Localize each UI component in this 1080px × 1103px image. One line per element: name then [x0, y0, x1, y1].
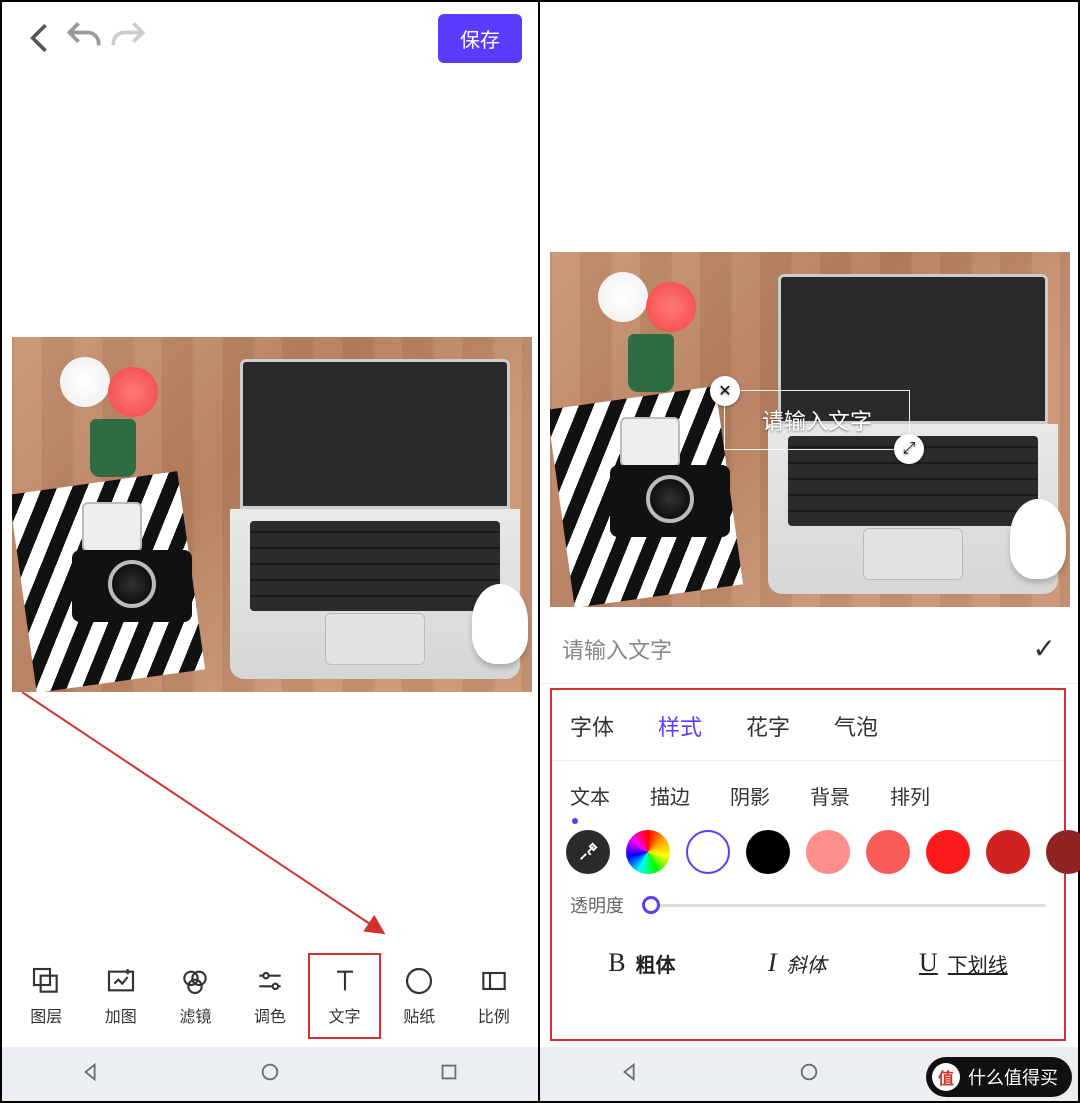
- text-input-row: 请输入文字 ✓: [540, 614, 1078, 684]
- color-swatch[interactable]: [866, 830, 910, 874]
- tab-bubble[interactable]: 气泡: [834, 710, 878, 742]
- underline-icon: U: [919, 948, 938, 978]
- text-format-buttons: B 粗体 I 斜体 U 下划线: [552, 926, 1064, 988]
- italic-icon: I: [768, 948, 777, 978]
- tool-label: 文字: [329, 1003, 361, 1027]
- color-swatches: [552, 816, 1064, 882]
- italic-label: 斜体: [787, 949, 827, 978]
- subtab-stroke[interactable]: 描边: [650, 781, 690, 810]
- android-navbar: [2, 1047, 538, 1101]
- color-swatch[interactable]: [806, 830, 850, 874]
- topbar: 保存: [2, 2, 538, 74]
- eyedropper-button[interactable]: [566, 830, 610, 874]
- tool-add-image[interactable]: 加图: [85, 953, 158, 1039]
- tool-sticker[interactable]: 贴纸: [383, 953, 456, 1039]
- color-swatch[interactable]: [746, 830, 790, 874]
- watermark: 值 什么值得买: [926, 1057, 1072, 1097]
- watermark-badge: 值: [932, 1063, 960, 1091]
- color-swatch-rainbow[interactable]: [626, 830, 670, 874]
- nav-home-icon[interactable]: [798, 1061, 820, 1088]
- undo-button[interactable]: [62, 16, 106, 60]
- tool-label: 调色: [254, 1003, 286, 1027]
- swatch-indicator: [572, 818, 578, 824]
- underline-label: 下划线: [948, 949, 1008, 978]
- opacity-label: 透明度: [570, 892, 624, 918]
- bold-icon: B: [608, 948, 625, 978]
- nav-home-icon[interactable]: [259, 1061, 281, 1088]
- style-subtabs: 文本 描边 阴影 背景 排列: [552, 761, 1064, 816]
- resize-icon[interactable]: ⤢: [894, 434, 924, 464]
- opacity-row: 透明度: [552, 882, 1064, 926]
- nav-recent-icon[interactable]: [438, 1061, 460, 1088]
- text-overlay-label: 请输入文字: [762, 404, 872, 436]
- color-swatch[interactable]: [986, 830, 1030, 874]
- tool-label: 加图: [105, 1003, 137, 1027]
- tool-layers[interactable]: 图层: [10, 953, 83, 1039]
- save-button[interactable]: 保存: [438, 14, 522, 63]
- screenshot-right: 请输入文字 ✕ ⤢ 请输入文字 ✓ 字体 样式 花字 气泡 文本 描边 阴影 背…: [540, 2, 1078, 1101]
- tool-label: 滤镜: [179, 1003, 211, 1027]
- close-icon[interactable]: ✕: [710, 376, 740, 406]
- bold-button[interactable]: B 粗体: [608, 948, 675, 978]
- photo-preview: 请输入文字 ✕ ⤢: [550, 252, 1070, 607]
- tool-adjust[interactable]: 调色: [234, 953, 307, 1039]
- tool-label: 比例: [478, 1003, 510, 1027]
- subtab-shadow[interactable]: 阴影: [730, 781, 770, 810]
- canvas[interactable]: [12, 337, 532, 692]
- subtab-background[interactable]: 背景: [810, 781, 850, 810]
- underline-button[interactable]: U 下划线: [919, 948, 1008, 978]
- nav-back-icon[interactable]: [80, 1061, 102, 1088]
- confirm-icon[interactable]: ✓: [1033, 632, 1056, 665]
- tab-style[interactable]: 样式: [658, 710, 702, 742]
- color-swatch-selected[interactable]: [686, 830, 730, 874]
- tab-font[interactable]: 字体: [570, 710, 614, 742]
- bottom-toolbar: 图层 加图 滤镜 调色 文字 贴纸: [2, 946, 538, 1046]
- color-swatch[interactable]: [1046, 830, 1080, 874]
- tool-text[interactable]: 文字: [308, 953, 381, 1039]
- canvas[interactable]: 请输入文字 ✕ ⤢: [550, 252, 1070, 607]
- redo-button[interactable]: [106, 16, 150, 60]
- tool-filter[interactable]: 滤镜: [159, 953, 232, 1039]
- subtab-arrange[interactable]: 排列: [890, 781, 930, 810]
- nav-back-icon[interactable]: [619, 1061, 641, 1088]
- photo-preview: [12, 337, 532, 692]
- watermark-text: 什么值得买: [968, 1064, 1058, 1090]
- style-tabs: 字体 样式 花字 气泡: [552, 696, 1064, 761]
- italic-button[interactable]: I 斜体: [768, 948, 827, 978]
- bold-label: 粗体: [636, 949, 676, 978]
- text-style-panel: 字体 样式 花字 气泡 文本 描边 阴影 背景 排列: [550, 688, 1066, 1041]
- text-input[interactable]: 请输入文字: [562, 633, 672, 665]
- subtab-text[interactable]: 文本: [570, 781, 610, 810]
- back-button[interactable]: [18, 16, 62, 60]
- tab-fancy[interactable]: 花字: [746, 710, 790, 742]
- opacity-slider[interactable]: [642, 895, 1046, 915]
- annotation-arrow: [22, 692, 402, 952]
- color-swatch[interactable]: [926, 830, 970, 874]
- tool-ratio[interactable]: 比例: [457, 953, 530, 1039]
- tool-label: 图层: [30, 1003, 62, 1027]
- text-overlay[interactable]: 请输入文字 ✕ ⤢: [724, 390, 910, 450]
- tool-label: 贴纸: [403, 1003, 435, 1027]
- screenshot-left: 保存 图层 加图: [2, 2, 540, 1101]
